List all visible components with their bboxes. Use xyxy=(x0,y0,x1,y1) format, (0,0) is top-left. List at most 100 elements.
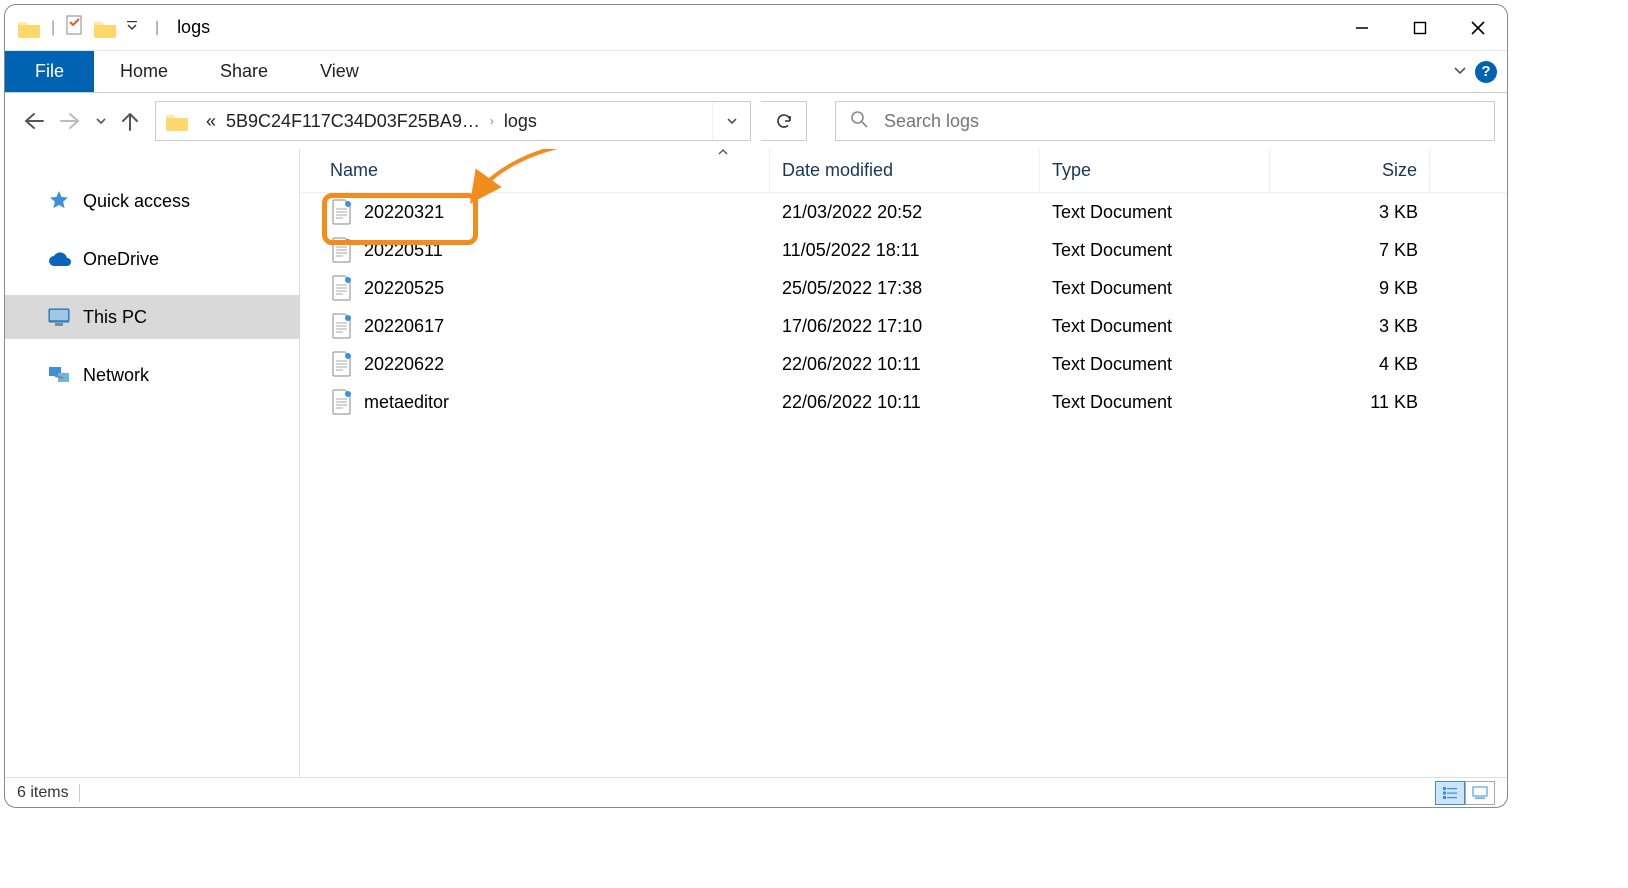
column-name-label: Name xyxy=(330,160,378,181)
app-folder-icon xyxy=(17,18,41,38)
chevron-right-icon[interactable]: › xyxy=(490,114,494,128)
forward-button[interactable] xyxy=(59,112,81,130)
file-size: 7 KB xyxy=(1270,240,1430,261)
nav-item-label: Quick access xyxy=(83,191,190,212)
file-row[interactable]: 20220622 22/06/2022 10:11Text Document4 K… xyxy=(300,345,1507,383)
navigation-bar: « 5B9C24F117C34D03F25BA9… › logs xyxy=(5,93,1507,149)
status-separator xyxy=(79,784,80,802)
breadcrumb-current[interactable]: logs xyxy=(504,111,537,132)
new-folder-icon[interactable] xyxy=(93,18,117,38)
column-name[interactable]: Name xyxy=(300,149,770,192)
column-headers: Name Date modified Type Size xyxy=(300,149,1507,193)
recent-locations-button[interactable] xyxy=(95,116,107,126)
text-document-icon xyxy=(330,350,354,378)
text-document-icon xyxy=(330,236,354,264)
address-folder-icon xyxy=(156,102,198,140)
file-size: 4 KB xyxy=(1270,354,1430,375)
file-type: Text Document xyxy=(1040,392,1270,413)
file-size: 3 KB xyxy=(1270,202,1430,223)
file-name: metaeditor xyxy=(364,392,449,413)
qat-dropdown-icon[interactable] xyxy=(127,21,137,34)
up-button[interactable] xyxy=(121,111,139,131)
file-date: 11/05/2022 18:11 xyxy=(770,240,1040,261)
file-explorer-window: | | logs File Hom xyxy=(4,4,1508,808)
file-row[interactable]: 20220511 11/05/2022 18:11Text Document7 K… xyxy=(300,231,1507,269)
ribbon: File Home Share View ? xyxy=(5,51,1507,93)
cloud-icon xyxy=(47,247,71,271)
nav-item-quick-access[interactable]: Quick access xyxy=(5,179,299,223)
properties-icon[interactable] xyxy=(65,14,85,42)
star-icon xyxy=(47,189,71,213)
address-history-dropdown[interactable] xyxy=(712,102,750,140)
help-icon[interactable]: ? xyxy=(1475,61,1497,83)
window-controls xyxy=(1333,5,1507,50)
file-type: Text Document xyxy=(1040,354,1270,375)
file-date: 22/06/2022 10:11 xyxy=(770,354,1040,375)
back-button[interactable] xyxy=(23,112,45,130)
minimize-button[interactable] xyxy=(1333,5,1391,50)
maximize-button[interactable] xyxy=(1391,5,1449,50)
file-name: 20220525 xyxy=(364,278,444,299)
column-date[interactable]: Date modified xyxy=(770,149,1040,192)
file-name: 20220321 xyxy=(364,202,444,223)
qat-separator: | xyxy=(51,19,55,37)
file-row[interactable]: 20220525 25/05/2022 17:38Text Document9 K… xyxy=(300,269,1507,307)
nav-item-label: This PC xyxy=(83,307,147,328)
window-title: logs xyxy=(177,17,210,38)
title-separator: | xyxy=(155,19,159,36)
nav-item-label: OneDrive xyxy=(83,249,159,270)
large-icons-view-button[interactable] xyxy=(1465,781,1495,805)
nav-arrows xyxy=(17,111,145,131)
close-button[interactable] xyxy=(1449,5,1507,50)
file-type: Text Document xyxy=(1040,240,1270,261)
address-bar[interactable]: « 5B9C24F117C34D03F25BA9… › logs xyxy=(155,101,751,141)
file-date: 25/05/2022 17:38 xyxy=(770,278,1040,299)
file-type: Text Document xyxy=(1040,202,1270,223)
file-row[interactable]: 20220321 21/03/2022 20:52Text Document3 K… xyxy=(300,193,1507,231)
search-icon xyxy=(850,110,868,132)
file-date: 21/03/2022 20:52 xyxy=(770,202,1040,223)
column-size[interactable]: Size xyxy=(1270,149,1430,192)
ribbon-expand-icon[interactable] xyxy=(1453,64,1467,79)
tab-share[interactable]: Share xyxy=(194,51,294,92)
navigation-pane: Quick access OneDrive This PC Network xyxy=(5,149,300,777)
text-document-icon xyxy=(330,388,354,416)
file-list-pane: Name Date modified Type Size 20220321 21/… xyxy=(300,149,1507,777)
tab-file[interactable]: File xyxy=(5,51,94,92)
file-size: 9 KB xyxy=(1270,278,1430,299)
file-type: Text Document xyxy=(1040,316,1270,337)
titlebar: | | logs xyxy=(5,5,1507,51)
file-type: Text Document xyxy=(1040,278,1270,299)
file-size: 3 KB xyxy=(1270,316,1430,337)
status-bar: 6 items xyxy=(5,777,1507,807)
file-name: 20220622 xyxy=(364,354,444,375)
search-box[interactable] xyxy=(835,101,1495,141)
nav-item-network[interactable]: Network xyxy=(5,353,299,397)
qat: | | logs xyxy=(5,14,210,42)
text-document-icon xyxy=(330,198,354,226)
search-input[interactable] xyxy=(884,111,1480,132)
tab-view[interactable]: View xyxy=(294,51,385,92)
file-row[interactable]: 20220617 17/06/2022 17:10Text Document3 K… xyxy=(300,307,1507,345)
monitor-icon xyxy=(47,305,71,329)
file-date: 17/06/2022 17:10 xyxy=(770,316,1040,337)
nav-item-onedrive[interactable]: OneDrive xyxy=(5,237,299,281)
text-document-icon xyxy=(330,274,354,302)
sort-indicator-icon xyxy=(717,149,729,159)
nav-item-label: Network xyxy=(83,365,149,386)
file-size: 11 KB xyxy=(1270,392,1430,413)
file-date: 22/06/2022 10:11 xyxy=(770,392,1040,413)
tab-home[interactable]: Home xyxy=(94,51,194,92)
body: Quick access OneDrive This PC Network Name … xyxy=(5,149,1507,777)
details-view-button[interactable] xyxy=(1435,781,1465,805)
refresh-button[interactable] xyxy=(761,101,807,141)
file-row[interactable]: metaeditor 22/06/2022 10:11Text Document1… xyxy=(300,383,1507,421)
text-document-icon xyxy=(330,312,354,340)
column-date-label: Date modified xyxy=(782,160,893,181)
nav-item-this-pc[interactable]: This PC xyxy=(5,295,299,339)
file-name: 20220617 xyxy=(364,316,444,337)
breadcrumb-parent[interactable]: 5B9C24F117C34D03F25BA9… xyxy=(226,111,480,132)
file-name: 20220511 xyxy=(364,240,443,261)
column-type[interactable]: Type xyxy=(1040,149,1270,192)
column-type-label: Type xyxy=(1052,160,1091,181)
